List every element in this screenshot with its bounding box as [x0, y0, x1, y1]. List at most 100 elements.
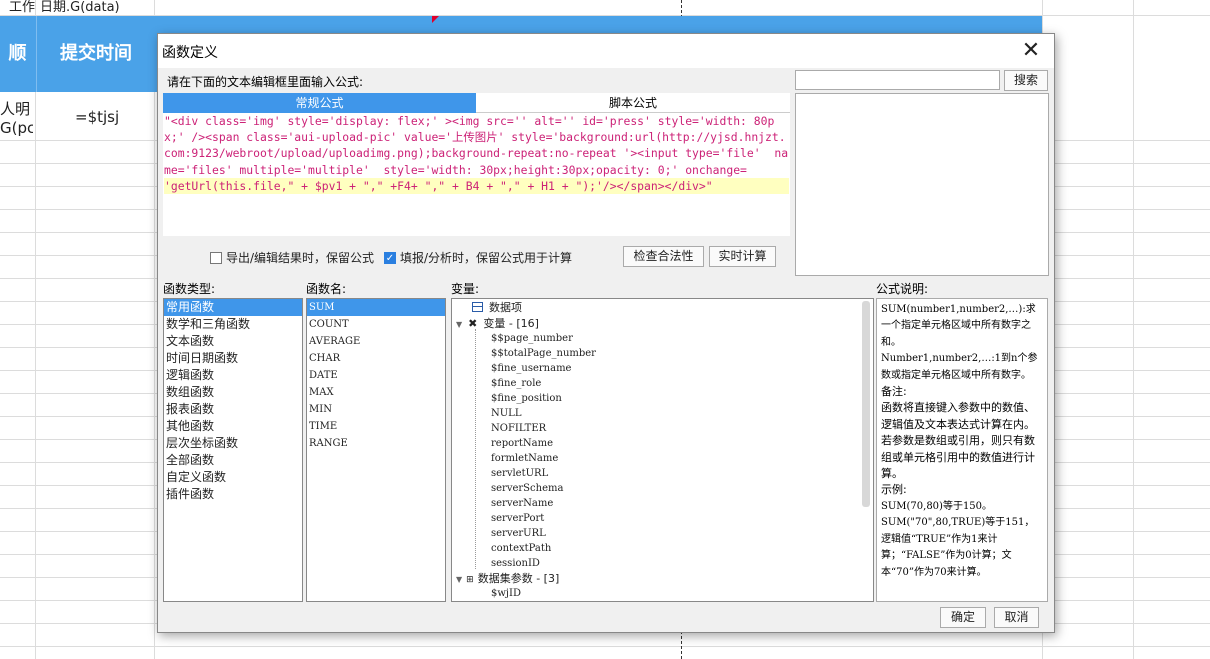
- dataset-param-icon: ⊞: [466, 575, 474, 585]
- search-button[interactable]: 搜索: [1004, 70, 1048, 91]
- tree-node-dataset-params[interactable]: ▼ ⊞ 数据集参数 - [3]: [456, 571, 559, 586]
- description-line: 备注:: [881, 385, 907, 399]
- tab-regular-formula[interactable]: 常规公式: [163, 93, 476, 113]
- grid-line: [35, 0, 36, 659]
- grid-line: [0, 646, 1210, 647]
- tree-node-data-item[interactable]: 数据项: [472, 300, 522, 315]
- dialog-title: 函数定义: [162, 45, 218, 61]
- sheet-cell-formula[interactable]: =$tjsj: [75, 108, 119, 126]
- search-results-pane[interactable]: [795, 93, 1049, 276]
- list-item[interactable]: 报表函数: [164, 401, 302, 418]
- list-item[interactable]: MAX: [307, 384, 445, 401]
- func-name-list[interactable]: SUM COUNT AVERAGE CHAR DATE MAX MIN TIME…: [306, 298, 446, 602]
- list-item[interactable]: 其他函数: [164, 418, 302, 435]
- description-line: SUM(70,80)等于150。: [881, 500, 993, 512]
- tree-leaf[interactable]: NULL: [491, 406, 521, 421]
- tree-leaf[interactable]: contextPath: [491, 541, 551, 556]
- tree-node-variables[interactable]: ▼ ✖ 变量 - [16]: [456, 316, 539, 331]
- description-line: Number1,number2,…:1到n个参数或指定单元格区域中所有数字。: [881, 353, 1038, 381]
- formula-prompt: 请在下面的文本编辑框里面输入公式:: [167, 75, 364, 89]
- list-item[interactable]: AVERAGE: [307, 333, 445, 350]
- tree-leaf[interactable]: $$totalPage_number: [491, 346, 596, 361]
- list-item[interactable]: TIME: [307, 418, 445, 435]
- tree-leaf[interactable]: $fine_role: [491, 376, 541, 391]
- header-cell-order[interactable]: 顺次: [0, 16, 35, 92]
- list-item[interactable]: SUM: [307, 299, 445, 316]
- option-keep-formula-fill[interactable]: ✓ 填报/分析时，保留公式用于计算: [384, 249, 572, 266]
- list-item[interactable]: DATE: [307, 367, 445, 384]
- tree-label: 数据项: [489, 301, 522, 314]
- sheet-cell[interactable]: 日期.G(data): [40, 0, 120, 16]
- list-item[interactable]: 时间日期函数: [164, 350, 302, 367]
- func-type-label: 函数类型:: [163, 282, 216, 296]
- collapse-icon[interactable]: ▼: [456, 575, 462, 584]
- collapse-icon[interactable]: ▼: [456, 320, 462, 329]
- description-line: 示例:: [881, 483, 907, 497]
- grid-line: [154, 0, 155, 659]
- list-item[interactable]: 数学和三角函数: [164, 316, 302, 333]
- list-item[interactable]: 逻辑函数: [164, 367, 302, 384]
- tree-leaf[interactable]: $fine_username: [491, 361, 571, 376]
- tree-leaf[interactable]: $fine_position: [491, 391, 562, 406]
- description-line: SUM("70",80,TRUE)等于151，逻辑值“TRUE”作为1来计算；“…: [881, 517, 1035, 578]
- tree-guide-line: [475, 329, 476, 569]
- sheet-cell[interactable]: 工作: [0, 0, 35, 16]
- tree-leaf[interactable]: formletName: [491, 451, 558, 466]
- tree-leaf[interactable]: $$page_number: [491, 331, 573, 346]
- list-item[interactable]: 自定义函数: [164, 469, 302, 486]
- option-label: 填报/分析时，保留公式用于计算: [400, 251, 573, 265]
- grid-line: [1133, 0, 1134, 659]
- tree-leaf[interactable]: serverName: [491, 496, 553, 511]
- close-icon[interactable]: ✕: [1018, 38, 1044, 64]
- tree-leaf[interactable]: servletURL: [491, 466, 548, 481]
- ok-button[interactable]: 确定: [940, 607, 986, 628]
- check-validity-button[interactable]: 检查合法性: [623, 246, 704, 267]
- list-item[interactable]: 常用函数: [164, 299, 302, 316]
- table-icon: [472, 302, 483, 312]
- dialog-titlebar[interactable]: 函数定义 ✕: [158, 34, 1054, 68]
- list-item[interactable]: 文本函数: [164, 333, 302, 350]
- tab-script-formula[interactable]: 脚本公式: [476, 93, 790, 113]
- tree-leaf[interactable]: serverPort: [491, 511, 544, 526]
- tree-leaf[interactable]: serverURL: [491, 526, 546, 541]
- sheet-cell[interactable]: 人明: [0, 98, 30, 119]
- variables-tree[interactable]: 数据项 ▼ ✖ 变量 - [16] $$page_number $$totalPag…: [451, 298, 874, 602]
- tree-label: 数据集参数 - [3]: [477, 572, 560, 585]
- function-definition-dialog: 函数定义 ✕ 请在下面的文本编辑框里面输入公式: 常规公式 脚本公式 "<div…: [157, 33, 1055, 633]
- func-name-label: 函数名:: [306, 282, 347, 296]
- cell-comment-marker: [432, 16, 439, 23]
- list-item[interactable]: MIN: [307, 401, 445, 418]
- list-item[interactable]: 全部函数: [164, 452, 302, 469]
- list-item[interactable]: 层次坐标函数: [164, 435, 302, 452]
- tree-leaf[interactable]: NOFILTER: [491, 421, 546, 436]
- description-label: 公式说明:: [876, 282, 929, 296]
- list-item[interactable]: 数组函数: [164, 384, 302, 401]
- list-item[interactable]: COUNT: [307, 316, 445, 333]
- formula-tabs: 常规公式 脚本公式: [163, 93, 790, 113]
- tree-leaf[interactable]: $wjID: [491, 586, 521, 601]
- formula-line-highlighted: 'getUrl(this.file," + $pv1 + "," +F4+ ",…: [164, 177, 789, 195]
- formula-editor[interactable]: "<div class='img' style='display: flex;'…: [163, 113, 790, 236]
- tree-label: 变量 - [16]: [483, 317, 539, 330]
- tree-leaf[interactable]: serverSchema: [491, 481, 563, 496]
- formula-line: "<div class='img' style='display: flex;'…: [164, 114, 789, 177]
- description-line: SUM(number1,number2,…):求一个指定单元格区域中所有数字之和…: [881, 304, 1036, 348]
- description-line: 函数将直接键入参数中的数值、逻辑值及文本表达式计算在内。若参数是数组或引用，则只…: [881, 401, 1035, 481]
- search-input[interactable]: [795, 70, 1000, 90]
- header-cell-submit-time[interactable]: 提交时间: [36, 16, 155, 92]
- list-item[interactable]: 插件函数: [164, 486, 302, 503]
- realtime-calc-button[interactable]: 实时计算: [709, 246, 776, 267]
- checkbox-unchecked[interactable]: [210, 251, 222, 264]
- formula-description: SUM(number1,number2,…):求一个指定单元格区域中所有数字之和…: [876, 298, 1048, 602]
- checkbox-checked[interactable]: ✓: [384, 251, 396, 264]
- func-type-list[interactable]: 常用函数 数学和三角函数 文本函数 时间日期函数 逻辑函数 数组函数 报表函数 …: [163, 298, 303, 602]
- sheet-cell[interactable]: G(pc): [0, 119, 33, 137]
- list-item[interactable]: CHAR: [307, 350, 445, 367]
- list-item[interactable]: RANGE: [307, 435, 445, 452]
- tree-leaf[interactable]: reportName: [491, 436, 553, 451]
- cancel-button[interactable]: 取消: [994, 607, 1039, 628]
- option-keep-formula-export[interactable]: 导出/编辑结果时，保留公式: [210, 249, 374, 266]
- tree-leaf[interactable]: sessionID: [491, 556, 540, 571]
- tree-scrollbar[interactable]: [862, 301, 870, 507]
- variable-icon: ✖: [468, 317, 478, 330]
